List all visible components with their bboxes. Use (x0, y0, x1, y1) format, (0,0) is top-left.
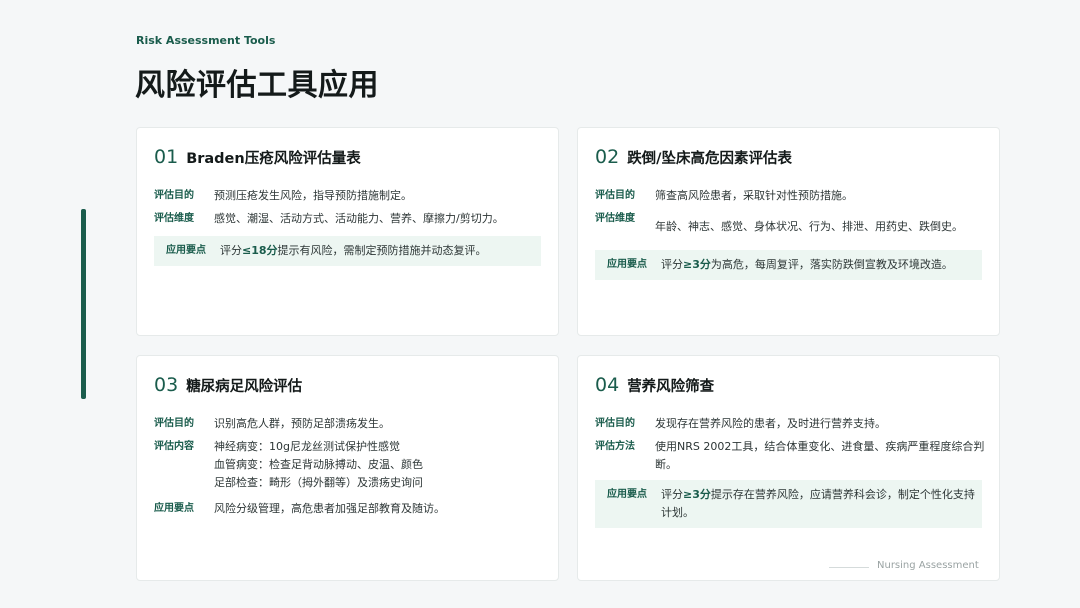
row-label: 评估方法 (595, 441, 635, 452)
card-title: 营养风险筛查 (627, 379, 715, 395)
highlight-box: 应用要点 评分≤18分提示有风险，需制定预防措施并动态复评。 (154, 236, 541, 266)
highlight-box: 应用要点 评分≥3分提示存在营养风险，应请营养科会诊，制定个性化支持计划。 (595, 480, 982, 528)
card-title: 糖尿病足风险评估 (186, 379, 303, 395)
content-line: 血管病变：检查足背动脉搏动、皮温、颜色 (214, 458, 423, 471)
footer-divider (829, 567, 869, 568)
row-purpose: 评估目的 发现存在营养风险的患者，及时进行营养支持。 (595, 415, 985, 433)
row-purpose: 评估目的 识别高危人群，预防足部溃疡发生。 (154, 415, 544, 433)
row-label: 应用要点 (154, 503, 194, 514)
row-key-points: 应用要点 风险分级管理，高危患者加强足部教育及随访。 (154, 500, 544, 518)
row-value: 年龄、神志、感觉、身体状况、行为、排泄、用药史、跌倒史。 (655, 220, 963, 233)
card-number: 01 (154, 146, 179, 168)
row-label: 应用要点 (166, 245, 206, 256)
card-header: 04 营养风险筛查 (595, 374, 714, 396)
eyebrow-label: Risk Assessment Tools (136, 34, 276, 47)
page-title: 风险评估工具应用 (135, 68, 379, 103)
row-value: 预测压疮发生风险，指导预防措施制定。 (214, 189, 412, 202)
card-title: 跌倒/坠床高危因素评估表 (627, 151, 792, 167)
row-label: 评估目的 (154, 190, 194, 201)
row-value: 评分≤18分提示有风险，需制定预防措施并动态复评。 (220, 244, 487, 257)
highlight-box: 应用要点 评分≥3分为高危，每周复评，落实防跌倒宣教及环境改造。 (595, 250, 982, 280)
row-content: 评估内容 神经病变：10g尼龙丝测试保护性感觉 血管病变：检查足背动脉搏动、皮温… (154, 438, 544, 492)
row-label: 评估目的 (595, 418, 635, 429)
row-dimension: 评估维度 感觉、潮湿、活动方式、活动能力、营养、摩擦力/剪切力。 (154, 210, 544, 228)
card-header: 03 糖尿病足风险评估 (154, 374, 302, 396)
card-nutrition: 04 营养风险筛查 评估目的 发现存在营养风险的患者，及时进行营养支持。 评估方… (577, 355, 1000, 581)
row-label: 评估目的 (595, 190, 635, 201)
row-value: 评分≥3分为高危，每周复评，落实防跌倒宣教及环境改造。 (661, 258, 953, 271)
row-value: 神经病变：10g尼龙丝测试保护性感觉 血管病变：检查足背动脉搏动、皮温、颜色 足… (214, 438, 544, 492)
card-header: 02 跌倒/坠床高危因素评估表 (595, 146, 792, 168)
card-number: 02 (595, 146, 620, 168)
content-line: 足部检查：畸形（拇外翻等）及溃疡史询问 (214, 476, 423, 489)
card-number: 03 (154, 374, 179, 396)
score-threshold: ≤18分 (242, 244, 278, 257)
row-purpose: 评估目的 筛查高风险患者，采取针对性预防措施。 (595, 187, 985, 205)
score-threshold: ≥3分 (683, 488, 711, 501)
card-diabetic-foot: 03 糖尿病足风险评估 评估目的 识别高危人群，预防足部溃疡发生。 评估内容 神… (136, 355, 559, 581)
card-braden: 01 Braden压疮风险评估量表 评估目的 预测压疮发生风险，指导预防措施制定… (136, 127, 559, 336)
card-fall-risk: 02 跌倒/坠床高危因素评估表 评估目的 筛查高风险患者，采取针对性预防措施。 … (577, 127, 1000, 336)
row-value: 识别高危人群，预防足部溃疡发生。 (214, 417, 390, 430)
row-value: 感觉、潮湿、活动方式、活动能力、营养、摩擦力/剪切力。 (214, 212, 504, 225)
row-method: 评估方法 使用NRS 2002工具，结合体重变化、进食量、疾病严重程度综合判断。 (595, 438, 985, 474)
row-label: 应用要点 (607, 489, 647, 500)
footer-label: Nursing Assessment (877, 560, 979, 571)
row-label: 评估内容 (154, 441, 194, 452)
content-line: 神经病变：10g尼龙丝测试保护性感觉 (214, 440, 400, 453)
row-label: 评估维度 (154, 213, 194, 224)
card-title: Braden压疮风险评估量表 (186, 151, 361, 167)
row-dimension: 评估维度 年龄、神志、感觉、身体状况、行为、排泄、用药史、跌倒史。 (595, 210, 985, 236)
card-number: 04 (595, 374, 620, 396)
row-label: 应用要点 (607, 259, 647, 270)
score-threshold: ≥3分 (683, 258, 711, 271)
card-header: 01 Braden压疮风险评估量表 (154, 146, 361, 168)
row-value: 发现存在营养风险的患者，及时进行营养支持。 (655, 417, 886, 430)
row-label: 评估维度 (595, 213, 635, 224)
row-value: 风险分级管理，高危患者加强足部教育及随访。 (214, 502, 445, 515)
row-label: 评估目的 (154, 418, 194, 429)
row-value: 使用NRS 2002工具，结合体重变化、进食量、疾病严重程度综合判断。 (655, 440, 985, 471)
row-value: 评分≥3分提示存在营养风险，应请营养科会诊，制定个性化支持计划。 (661, 488, 975, 519)
accent-bar (81, 209, 86, 399)
row-value: 筛查高风险患者，采取针对性预防措施。 (655, 189, 853, 202)
row-purpose: 评估目的 预测压疮发生风险，指导预防措施制定。 (154, 187, 544, 205)
